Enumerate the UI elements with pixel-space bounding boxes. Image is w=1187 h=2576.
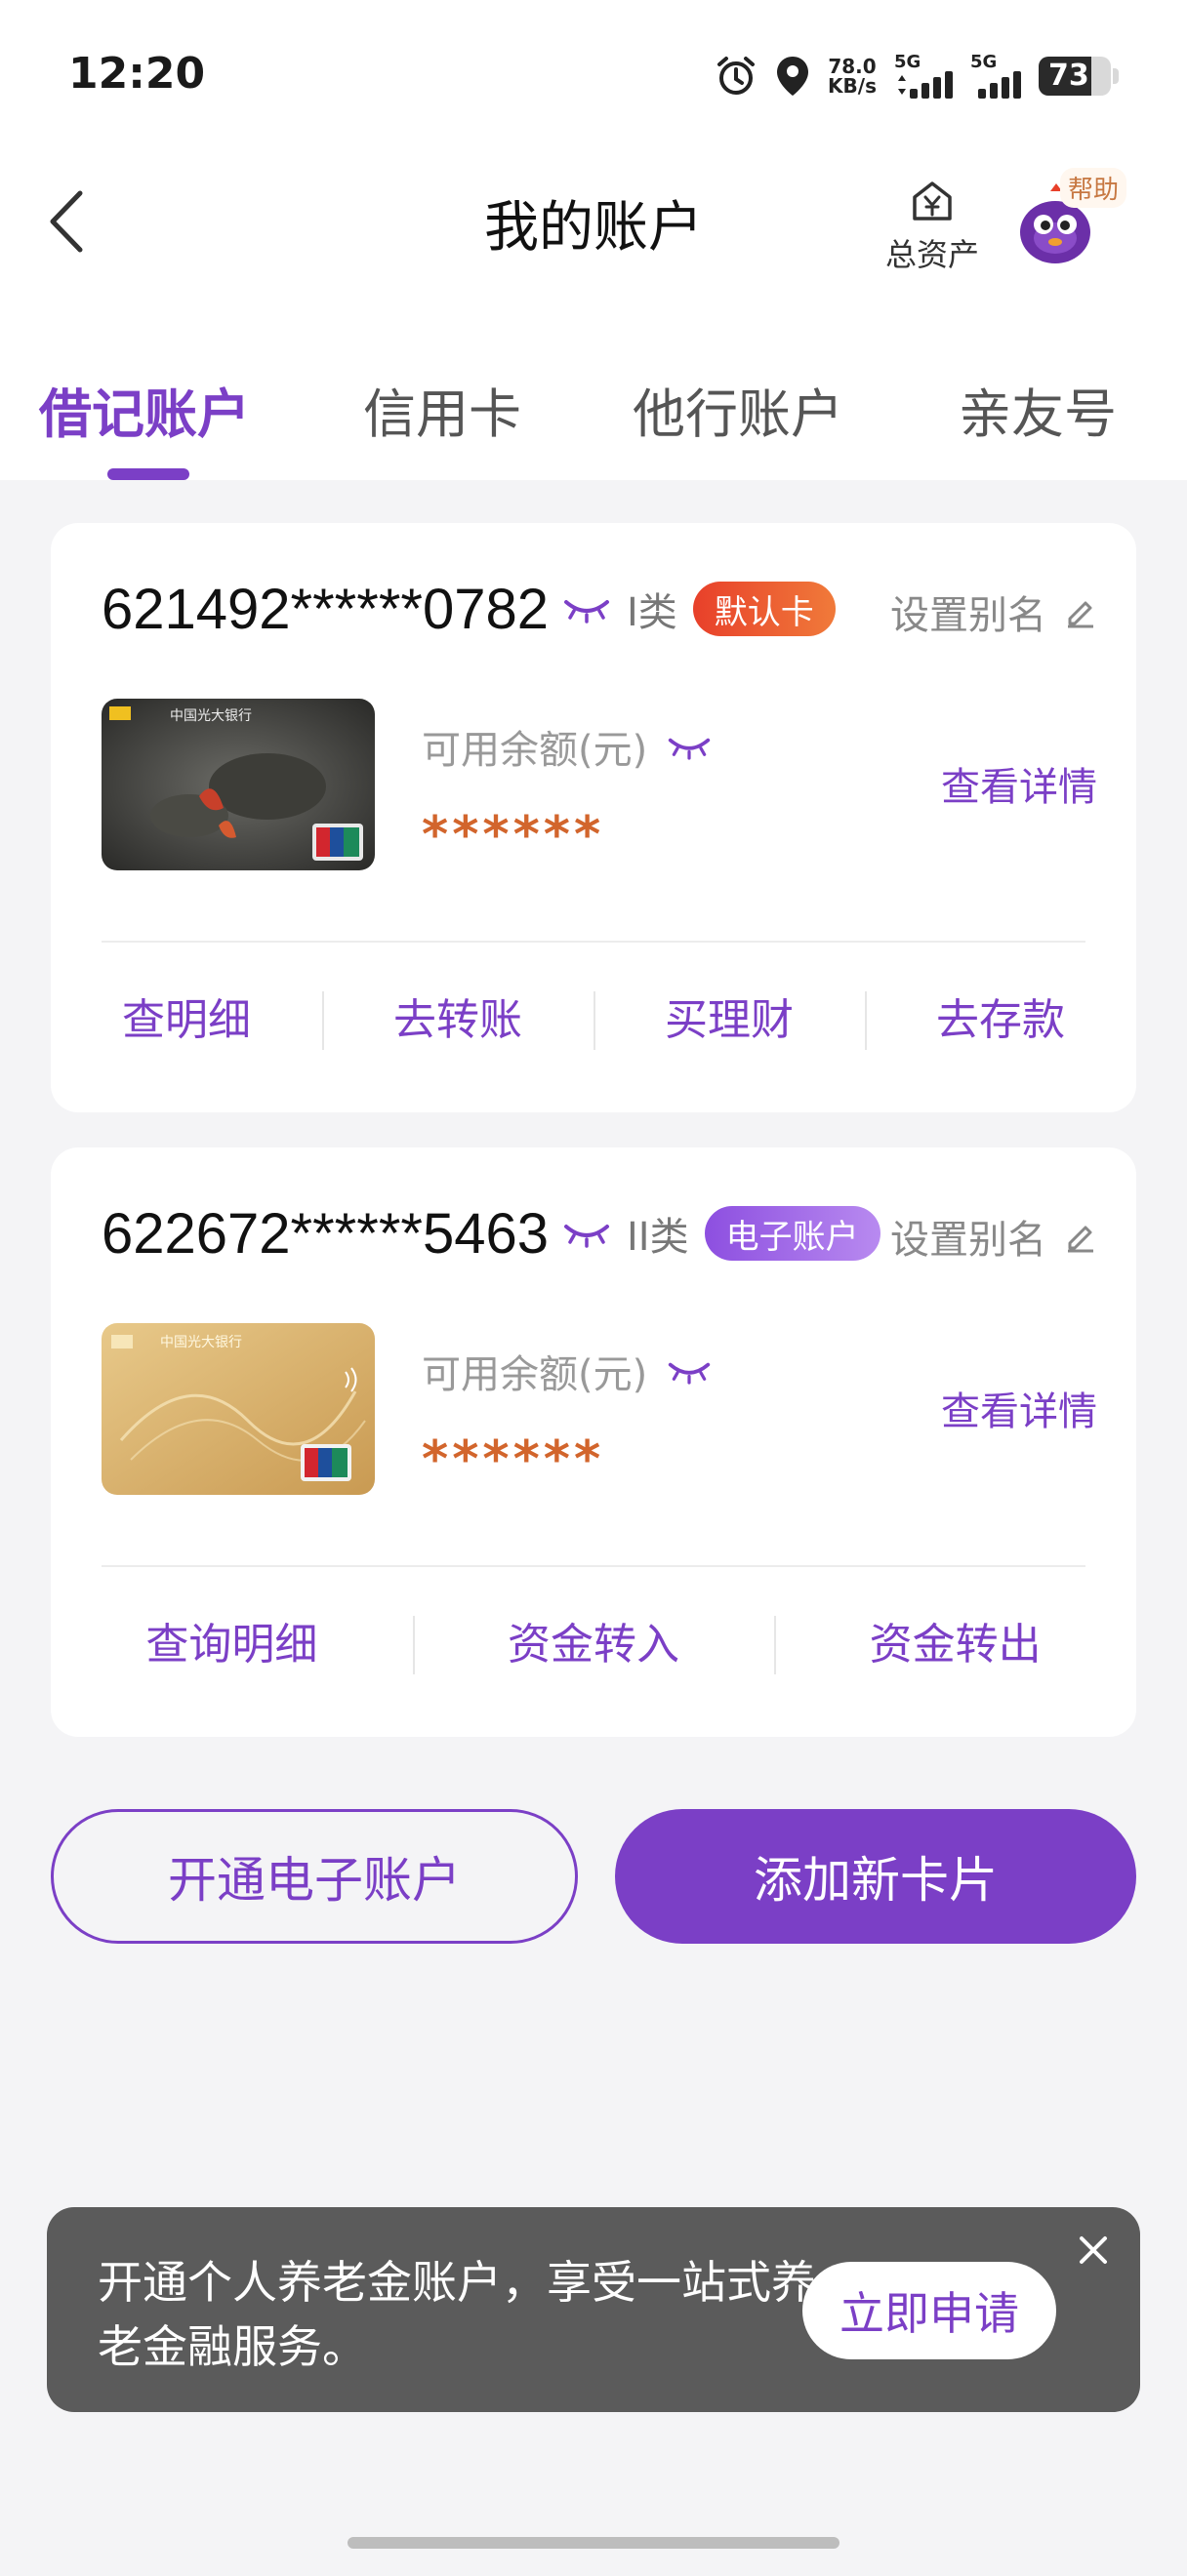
balance-label: 可用余额(元) — [422, 728, 648, 773]
balance-label: 可用余额(元) — [422, 1352, 648, 1397]
bank-card-image: 中国光大银行 — [102, 699, 375, 870]
balance-value: ****** — [422, 806, 605, 865]
signal-2: 5G — [970, 54, 1021, 99]
buy-wealth-button[interactable]: 买理财 — [594, 982, 865, 1060]
view-details-link[interactable]: 查看详情 — [941, 1380, 1097, 1436]
divider — [102, 941, 1085, 943]
view-details-link[interactable]: 查看详情 — [941, 755, 1097, 812]
eye-closed-icon[interactable] — [667, 733, 712, 760]
battery-level: 73 — [1048, 59, 1089, 93]
signal-bars-icon — [898, 71, 953, 99]
signal-2-label: 5G — [970, 52, 998, 72]
location-icon — [777, 57, 809, 96]
network-speed: 78.0 KB/s — [828, 57, 877, 96]
edit-pencil-icon — [1068, 601, 1093, 628]
tab-indicator — [107, 468, 189, 480]
balance-label-row: 可用余额(元) — [422, 1343, 712, 1399]
fund-in-button[interactable]: 资金转入 — [412, 1606, 775, 1684]
close-icon[interactable] — [1074, 2231, 1113, 2270]
add-card-button[interactable]: 添加新卡片 — [615, 1809, 1136, 1944]
network-speed-unit: KB/s — [828, 74, 877, 98]
account-number: 622672******5463 — [102, 1201, 549, 1266]
view-transactions-button[interactable]: 查明细 — [51, 982, 322, 1060]
status-icons: 78.0 KB/s 5G 5G 73 — [715, 51, 1119, 101]
account-tabs: 借记账户 信用卡 他行账户 亲友号 — [0, 361, 1187, 480]
card-actions: 查明细 去转账 买理财 去存款 — [51, 982, 1136, 1060]
apply-now-button[interactable]: 立即申请 — [802, 2262, 1056, 2359]
network-speed-value: 78.0 — [828, 55, 877, 78]
page-title: 我的账户 — [484, 196, 703, 260]
card-bank-name: 中国光大银行 — [170, 708, 252, 724]
battery-icon: 73 — [1039, 57, 1111, 96]
fund-out-button[interactable]: 资金转出 — [774, 1606, 1136, 1684]
pension-promo-banner: 开通个人养老金账户，享受一站式养老金融服务。 立即申请 — [47, 2207, 1140, 2412]
account-type: I类 — [627, 590, 677, 635]
bank-card-image: 中国光大银行 — [102, 1323, 375, 1495]
status-time: 12:20 — [68, 49, 206, 99]
home-indicator[interactable] — [348, 2537, 839, 2549]
eye-closed-icon[interactable] — [562, 594, 611, 624]
alarm-icon — [717, 57, 756, 95]
account-type: II类 — [627, 1215, 689, 1260]
help-label: 帮助 — [1059, 168, 1126, 208]
default-card-badge: 默认卡 — [692, 582, 836, 636]
set-alias-label: 设置别名 — [890, 593, 1046, 638]
promo-text: 开通个人养老金账户，享受一站式养老金融服务。 — [98, 2256, 816, 2373]
account-number: 621492******0782 — [102, 577, 549, 641]
house-yen-icon — [913, 181, 952, 221]
balance-value: ****** — [422, 1430, 605, 1489]
battery-tip — [1113, 68, 1119, 84]
set-alias-button[interactable]: 设置别名 — [890, 1208, 1097, 1265]
transfer-button[interactable]: 去转账 — [322, 982, 594, 1060]
account-card-1: 621492******0782 I类 默认卡 设置别名 中国光大银行 可用余额… — [51, 523, 1136, 1112]
divider — [102, 1565, 1085, 1567]
tab-credit-card[interactable]: 信用卡 — [363, 371, 521, 448]
card-actions: 查询明细 资金转入 资金转出 — [51, 1606, 1136, 1684]
account-card-2: 622672******5463 II类 电子账户 设置别名 中国光大银行 可用… — [51, 1147, 1136, 1737]
card-bank-name: 中国光大银行 — [160, 1335, 242, 1350]
balance-label-row: 可用余额(元) — [422, 718, 712, 775]
total-assets-label: 总资产 — [884, 236, 979, 273]
deposit-button[interactable]: 去存款 — [865, 982, 1136, 1060]
set-alias-label: 设置别名 — [890, 1218, 1046, 1263]
tab-other-bank[interactable]: 他行账户 — [633, 371, 843, 448]
set-alias-button[interactable]: 设置别名 — [890, 584, 1097, 640]
total-assets-button[interactable]: 总资产 — [869, 180, 996, 275]
query-transactions-button[interactable]: 查询明细 — [51, 1606, 413, 1684]
open-e-account-button[interactable]: 开通电子账户 — [51, 1809, 578, 1944]
tab-debit[interactable]: 借记账户 — [39, 371, 250, 448]
eye-closed-icon[interactable] — [667, 1357, 712, 1385]
signal-1-label: 5G — [894, 52, 921, 72]
e-account-badge: 电子账户 — [704, 1206, 880, 1261]
eye-closed-icon[interactable] — [562, 1219, 611, 1248]
tab-family[interactable]: 亲友号 — [959, 371, 1117, 448]
help-button[interactable]: 帮助 — [1011, 164, 1128, 271]
edit-pencil-icon — [1068, 1226, 1093, 1253]
signal-1: 5G — [894, 54, 953, 99]
signal-bars-icon — [978, 71, 1021, 99]
